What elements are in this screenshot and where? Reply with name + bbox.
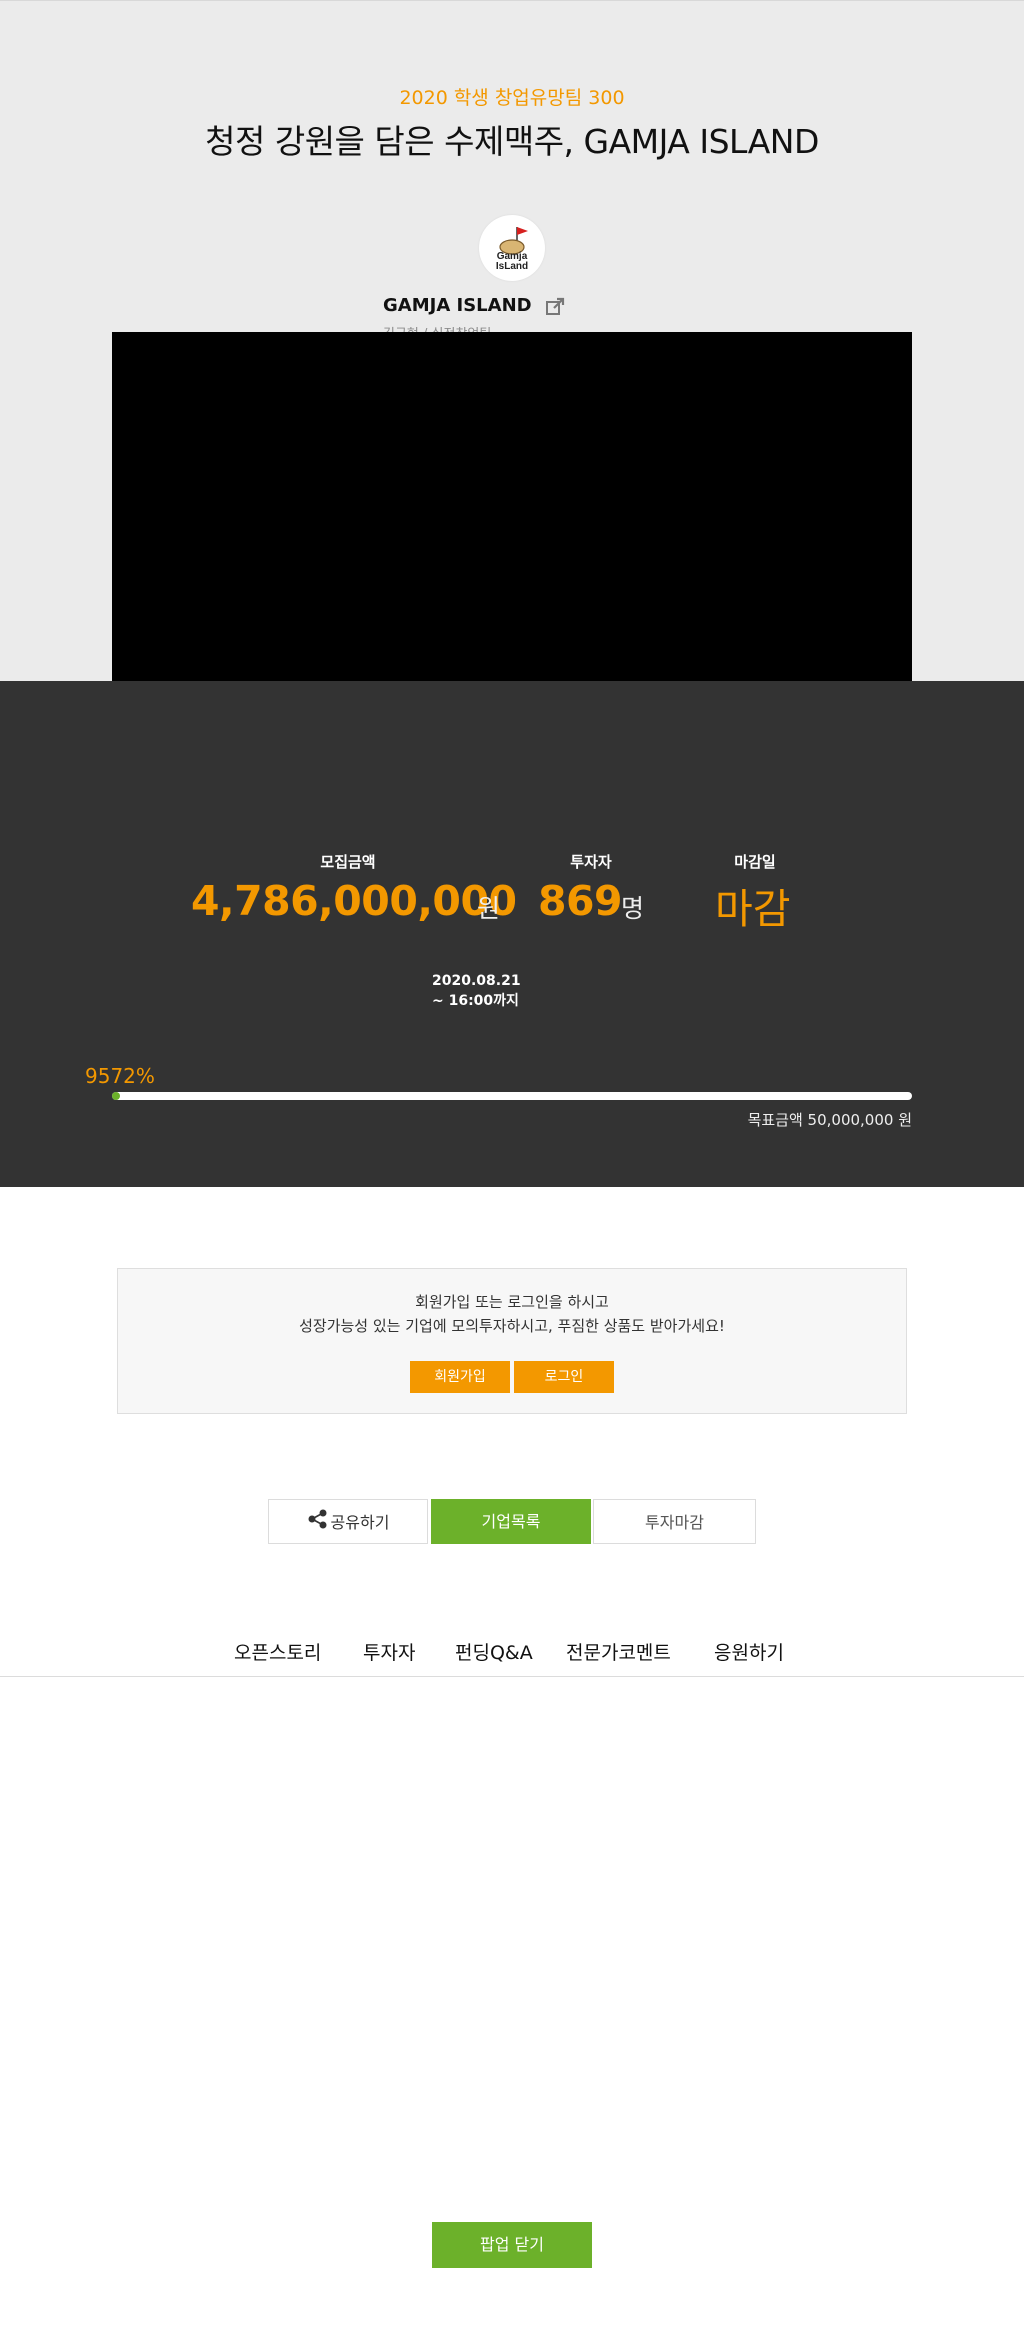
investment-closed-button[interactable]: 투자마감	[593, 1499, 756, 1544]
share-icon	[307, 1501, 329, 1546]
share-label: 공유하기	[330, 1513, 390, 1532]
potato-flag-icon: Gamja IsLand	[496, 227, 528, 272]
investors-unit: 명	[621, 894, 645, 923]
funding-stats-panel: 모집금액 4,786,000,000 원 투자자 869 명 마감일 마감 20…	[0, 681, 1024, 1187]
svg-text:IsLand: IsLand	[496, 261, 528, 272]
share-button[interactable]: 공유하기	[268, 1499, 428, 1544]
tab-investors[interactable]: 투자자	[363, 1638, 415, 1665]
investor-count: 869	[538, 877, 623, 925]
investors-label: 투자자	[570, 853, 612, 871]
tab-cheer[interactable]: 응원하기	[714, 1638, 784, 1665]
deadline-date-line1: 2020.08.21	[432, 973, 521, 989]
tab-open-story[interactable]: 오픈스토리	[234, 1638, 321, 1665]
login-prompt-line1: 회원가입 또는 로그인을 하시고	[415, 1293, 609, 1311]
login-button[interactable]: 로그인	[514, 1361, 614, 1393]
progress-bar	[112, 1092, 912, 1100]
video-player[interactable]	[112, 332, 912, 682]
external-link-icon[interactable]	[545, 297, 567, 317]
content-tabs: 오픈스토리 투자자 펀딩Q&A 전문가코멘트 응원하기	[0, 1630, 1024, 1677]
progress-percent: 9572%	[85, 1064, 155, 1088]
raised-amount: 4,786,000,000	[191, 877, 517, 925]
raised-unit: 원	[477, 894, 501, 923]
company-name[interactable]: GAMJA ISLAND	[383, 295, 532, 316]
login-prompt-box: 회원가입 또는 로그인을 하시고 성장가능성 있는 기업에 모의투자하시고, 푸…	[117, 1268, 907, 1414]
company-list-button[interactable]: 기업목록	[431, 1499, 591, 1544]
deadline-date: 2020.08.21 ~ 16:00까지	[432, 971, 521, 1011]
signup-button[interactable]: 회원가입	[410, 1361, 510, 1393]
login-prompt-line2: 성장가능성 있는 기업에 모의투자하시고, 푸짐한 상품도 받아가세요!	[299, 1317, 725, 1335]
program-kicker: 2020 학생 창업유망팀 300	[399, 87, 625, 109]
popup-close-button[interactable]: 팝업 닫기	[432, 2222, 592, 2268]
deadline-label: 마감일	[734, 853, 776, 871]
page-title: 청정 강원을 담은 수제맥주, GAMJA ISLAND	[205, 122, 819, 161]
deadline-date-line2: ~ 16:00까지	[432, 993, 519, 1009]
tab-expert-comment[interactable]: 전문가코멘트	[566, 1638, 671, 1665]
deadline-status: 마감	[715, 885, 791, 933]
company-logo[interactable]: Gamja IsLand	[479, 215, 545, 281]
goal-amount: 목표금액 50,000,000 원	[747, 1111, 912, 1129]
tab-funding-qa[interactable]: 펀딩Q&A	[455, 1638, 533, 1665]
raised-label: 모집금액	[320, 853, 376, 871]
hero-section: 2020 학생 창업유망팀 300 청정 강원을 담은 수제맥주, GAMJA …	[0, 0, 1024, 682]
progress-fill	[112, 1092, 120, 1100]
